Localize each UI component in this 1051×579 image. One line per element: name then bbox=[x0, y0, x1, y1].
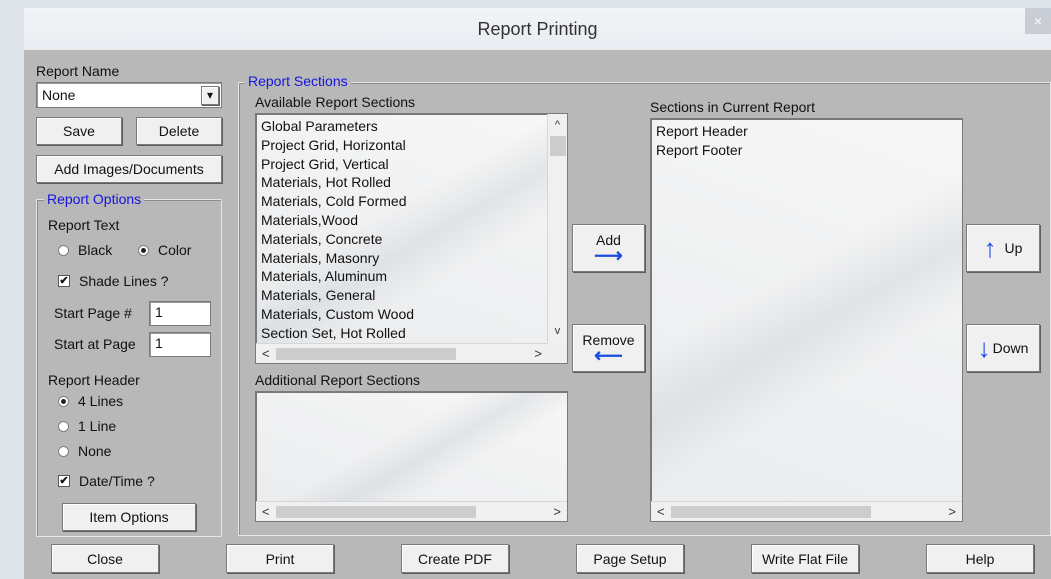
horizontal-scrollbar[interactable]: < > bbox=[256, 501, 567, 521]
help-button[interactable]: Help bbox=[926, 544, 1034, 573]
up-button[interactable]: ↑ Up bbox=[966, 224, 1040, 272]
create-pdf-button[interactable]: Create PDF bbox=[401, 544, 509, 573]
arrow-up-icon: ↑ bbox=[983, 232, 997, 263]
radio-1-line-label: 1 Line bbox=[78, 418, 117, 434]
arrow-right-icon: ⟶ bbox=[594, 245, 623, 267]
item-options-button[interactable]: Item Options bbox=[62, 503, 196, 531]
scroll-down-arrow-icon[interactable]: v bbox=[548, 324, 567, 338]
checkmark-icon[interactable]: ✔ bbox=[58, 275, 70, 287]
scroll-left-arrow-icon[interactable]: < bbox=[262, 504, 270, 519]
radio-none-indicator[interactable] bbox=[58, 445, 69, 457]
additional-sections-list[interactable]: < > bbox=[255, 391, 568, 522]
available-sections-label: Available Report Sections bbox=[255, 94, 416, 110]
window-title: Report Printing bbox=[477, 18, 598, 39]
list-item[interactable]: Report Footer bbox=[651, 141, 941, 160]
list-item[interactable]: Report Header bbox=[651, 122, 941, 141]
scroll-right-arrow-icon[interactable]: > bbox=[553, 504, 561, 519]
scroll-left-arrow-icon[interactable]: < bbox=[262, 346, 270, 361]
radio-color[interactable]: Color bbox=[138, 242, 191, 258]
current-sections-list[interactable]: Report Header Report Footer < > bbox=[650, 118, 963, 522]
horizontal-scroll-thumb[interactable] bbox=[275, 347, 456, 360]
list-item[interactable]: Project Grid, Vertical bbox=[256, 155, 546, 174]
report-text-label: Report Text bbox=[48, 217, 120, 233]
available-sections-list[interactable]: Global Parameters Project Grid, Horizonta… bbox=[255, 113, 568, 364]
radio-none-label: None bbox=[78, 443, 112, 459]
horizontal-scrollbar[interactable]: < > bbox=[651, 501, 962, 521]
write-flat-file-button[interactable]: Write Flat File bbox=[751, 544, 859, 573]
radio-color-indicator[interactable] bbox=[138, 244, 149, 256]
list-item[interactable]: Project Grid, Horizontal bbox=[256, 136, 546, 155]
report-name-select[interactable]: None ▾ bbox=[36, 82, 222, 108]
date-time-checkbox[interactable]: ✔ Date/Time ? bbox=[58, 473, 155, 489]
down-button-label: Down bbox=[992, 340, 1029, 356]
print-button[interactable]: Print bbox=[226, 544, 334, 573]
start-at-page-input[interactable]: 1 bbox=[149, 332, 211, 357]
vertical-scroll-thumb[interactable] bbox=[549, 136, 566, 156]
arrow-down-icon: ↓ bbox=[977, 332, 991, 363]
list-item[interactable]: Materials,Wood bbox=[256, 211, 546, 230]
list-item[interactable]: Materials, Concrete bbox=[256, 230, 546, 249]
current-items: Report Header Report Footer bbox=[651, 122, 941, 160]
horizontal-scroll-thumb[interactable] bbox=[275, 505, 476, 518]
shade-lines-checkbox[interactable]: ✔ Shade Lines ? bbox=[58, 273, 169, 289]
scroll-right-arrow-icon[interactable]: > bbox=[534, 346, 542, 361]
list-item[interactable]: Materials, Cold Formed bbox=[256, 192, 546, 211]
start-at-page-label: Start at Page bbox=[54, 336, 136, 352]
chevron-down-icon[interactable]: ▾ bbox=[201, 85, 219, 105]
radio-4-lines-label: 4 Lines bbox=[78, 393, 124, 409]
report-name-label: Report Name bbox=[36, 63, 120, 79]
down-button[interactable]: ↓ Down bbox=[966, 324, 1040, 372]
save-button[interactable]: Save bbox=[36, 117, 122, 145]
additional-sections-label: Additional Report Sections bbox=[255, 372, 420, 388]
radio-4-lines-indicator[interactable] bbox=[58, 395, 69, 407]
radio-1-line-indicator[interactable] bbox=[58, 420, 69, 432]
radio-color-label: Color bbox=[158, 242, 192, 258]
start-page-label: Start Page # bbox=[54, 305, 132, 321]
arrow-left-icon: ⟵ bbox=[594, 345, 623, 367]
list-item[interactable]: Materials, General bbox=[256, 286, 546, 305]
scroll-left-arrow-icon[interactable]: < bbox=[657, 504, 665, 519]
add-images-documents-button[interactable]: Add Images/Documents bbox=[36, 155, 222, 183]
close-icon[interactable]: × bbox=[1025, 8, 1051, 34]
list-item[interactable]: Materials, Aluminum bbox=[256, 267, 546, 286]
radio-4-lines[interactable]: 4 Lines bbox=[58, 393, 123, 409]
list-item[interactable]: Materials, Custom Wood bbox=[256, 305, 546, 324]
radio-black[interactable]: Black bbox=[58, 242, 112, 258]
remove-button[interactable]: Remove ⟵ bbox=[572, 324, 645, 372]
radio-none[interactable]: None bbox=[58, 443, 111, 459]
page-setup-button[interactable]: Page Setup bbox=[576, 544, 684, 573]
add-button[interactable]: Add ⟶ bbox=[572, 224, 645, 272]
shade-lines-label: Shade Lines ? bbox=[79, 273, 169, 289]
available-items: Global Parameters Project Grid, Horizonta… bbox=[256, 117, 546, 343]
date-time-label: Date/Time ? bbox=[79, 473, 155, 489]
report-sections-title: Report Sections bbox=[245, 73, 351, 89]
report-header-label: Report Header bbox=[48, 372, 140, 388]
close-button[interactable]: Close bbox=[51, 544, 159, 573]
delete-button[interactable]: Delete bbox=[136, 117, 222, 145]
report-name-value: None bbox=[42, 87, 76, 103]
current-sections-label: Sections in Current Report bbox=[650, 99, 815, 115]
list-item[interactable]: Materials, Masonry bbox=[256, 249, 546, 268]
radio-1-line[interactable]: 1 Line bbox=[58, 418, 116, 434]
checkmark-icon[interactable]: ✔ bbox=[58, 475, 70, 487]
list-item[interactable]: Global Parameters bbox=[256, 117, 546, 136]
start-page-input[interactable]: 1 bbox=[149, 301, 211, 326]
report-options-title: Report Options bbox=[44, 191, 145, 207]
up-button-label: Up bbox=[1004, 240, 1023, 256]
radio-black-label: Black bbox=[78, 242, 113, 258]
scroll-up-arrow-icon[interactable]: ^ bbox=[548, 118, 567, 132]
list-item[interactable]: Section Set, Hot Rolled bbox=[256, 324, 546, 343]
scroll-right-arrow-icon[interactable]: > bbox=[948, 504, 956, 519]
horizontal-scroll-thumb[interactable] bbox=[670, 505, 871, 518]
horizontal-scrollbar[interactable]: < > bbox=[256, 343, 548, 363]
vertical-scrollbar[interactable]: ^ v bbox=[547, 114, 567, 342]
window-titlebar: Report Printing bbox=[24, 8, 1051, 50]
radio-black-indicator[interactable] bbox=[58, 244, 69, 256]
list-item[interactable]: Materials, Hot Rolled bbox=[256, 173, 546, 192]
